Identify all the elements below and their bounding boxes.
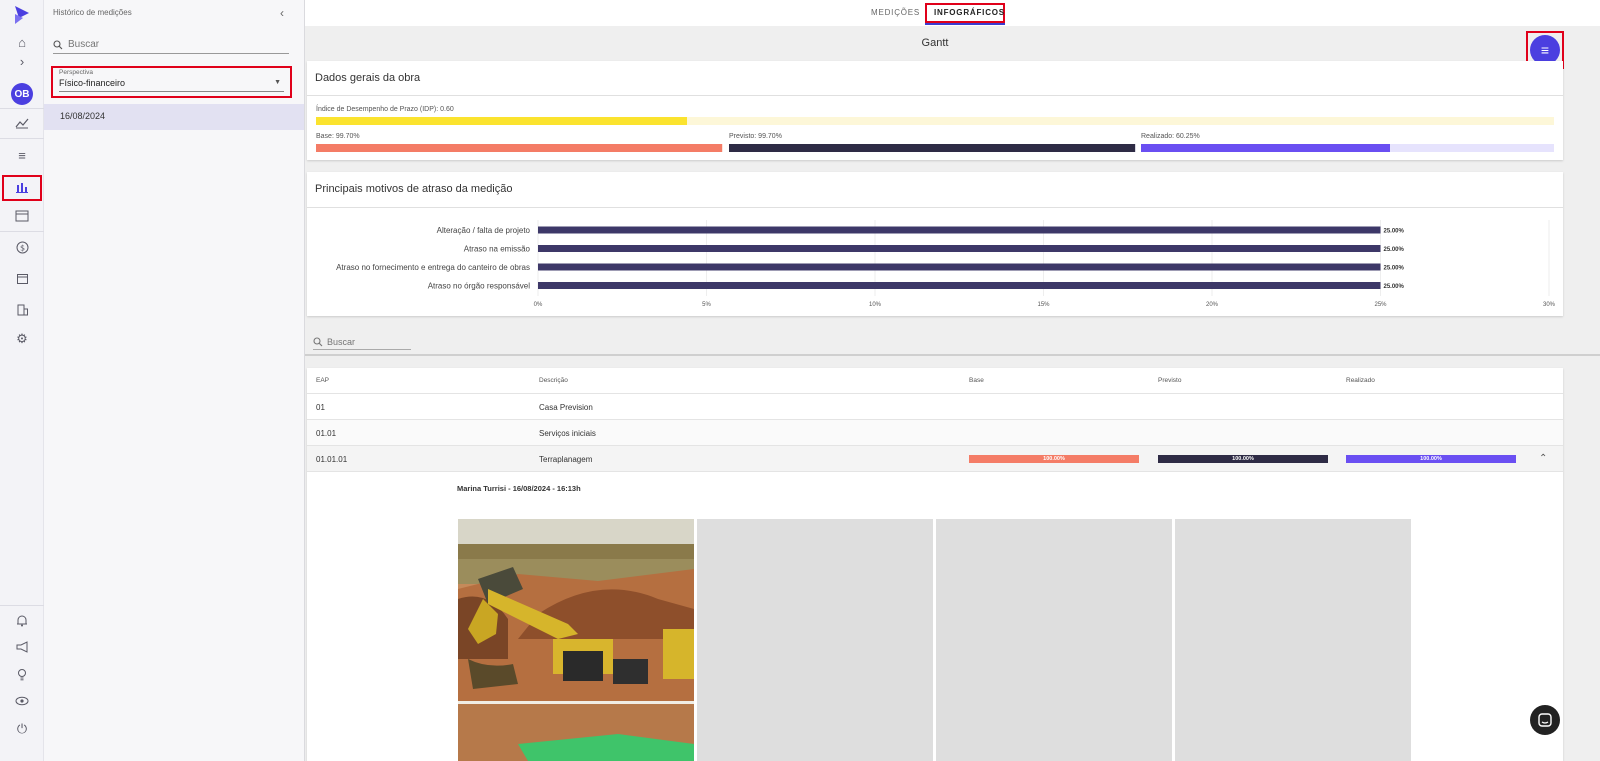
tab-indicator	[925, 23, 1005, 25]
row-description: Casa Prevision	[539, 403, 593, 412]
main-content: MEDIÇÕES INFOGRÁFICOS Gantt ≡ Dados gera…	[305, 0, 1600, 761]
row-description: Serviços iniciais	[539, 429, 596, 438]
panel-search[interactable]	[53, 36, 289, 54]
collapse-icon[interactable]: ‹	[280, 6, 284, 20]
x-tick-label: 10%	[869, 302, 882, 308]
x-tick-label: 5%	[702, 302, 711, 308]
construction-photo[interactable]	[458, 519, 694, 761]
search-input[interactable]	[68, 39, 268, 50]
delay-reasons-card: Principais motivos de atraso da medição …	[307, 172, 1563, 316]
x-tick-label: 20%	[1206, 302, 1219, 308]
page-title: Gantt	[921, 37, 949, 49]
perspective-select[interactable]: Perspectiva Físico-financeiro ▼	[51, 66, 292, 98]
menu-icon: ≡	[1540, 42, 1550, 58]
delay-bar	[538, 245, 1381, 252]
realizado-bar	[1141, 144, 1390, 152]
building-icon[interactable]	[12, 299, 32, 319]
home-icon[interactable]: ⌂	[12, 32, 32, 52]
panel-title: Histórico de medições	[53, 8, 132, 17]
tab-medicoes[interactable]: MEDIÇÕES	[871, 8, 920, 17]
calendar-table-icon[interactable]	[12, 206, 32, 226]
delay-bar	[538, 263, 1381, 271]
dollar-icon[interactable]: $	[12, 237, 32, 257]
realizado-label: Realizado: 60.25%	[1141, 133, 1200, 140]
header-realizado[interactable]: Realizado	[1346, 377, 1375, 384]
gear-icon[interactable]: ⚙	[12, 329, 32, 349]
chevron-up-icon[interactable]: ⌃	[1539, 453, 1547, 464]
search-icon	[313, 336, 323, 346]
table-search[interactable]	[313, 334, 411, 350]
chevron-right-icon[interactable]: ›	[12, 51, 32, 71]
header-previsto[interactable]: Previsto	[1158, 377, 1181, 384]
table-row-expanded[interactable]: 01.01.01 Terraplanagem 100.00% 100.00% 1…	[307, 446, 1563, 472]
data-label: 25.00%	[1384, 247, 1405, 253]
icon-rail: ⌂ › OB ≡ $ ⚙ ⏻	[0, 0, 44, 761]
header-base[interactable]: Base	[969, 377, 984, 384]
row-description: Terraplanagem	[539, 455, 593, 464]
perspective-label: Perspectiva	[59, 69, 93, 76]
chat-launcher-button[interactable]	[1530, 705, 1560, 735]
chat-icon	[1538, 713, 1552, 727]
category-label: Alteração / falta de projeto	[437, 226, 531, 235]
x-tick-label: 0%	[534, 302, 543, 308]
row-eap: 01.01	[316, 429, 337, 438]
data-label: 25.00%	[1384, 284, 1405, 290]
previsto-bar	[729, 144, 1135, 152]
photo-placeholder[interactable]	[1175, 519, 1411, 761]
idp-bar	[316, 117, 688, 125]
category-label: Atraso no fornecimento e entrega do cant…	[336, 263, 530, 272]
calendar-icon[interactable]	[12, 268, 32, 288]
perspective-value: Físico-financeiro	[59, 78, 126, 88]
history-panel: Histórico de medições ‹ Perspectiva Físi…	[44, 0, 305, 761]
measurement-date-item[interactable]: 16/08/2024	[44, 104, 304, 130]
lightbulb-icon[interactable]	[12, 664, 32, 684]
header-eap[interactable]: EAP	[316, 377, 329, 384]
general-data-title: Dados gerais da obra	[307, 61, 1563, 96]
delay-reasons-title: Principais motivos de atraso da medição	[307, 172, 1563, 208]
table-row[interactable]: 01 Casa Prevision	[307, 394, 1563, 420]
tab-bar: MEDIÇÕES INFOGRÁFICOS	[305, 0, 1600, 26]
header-descricao[interactable]: Descrição	[539, 377, 568, 384]
row-eap: 01.01.01	[316, 455, 348, 464]
category-label: Atraso no órgão responsável	[428, 282, 531, 291]
data-label: 25.00%	[1384, 229, 1405, 235]
base-bar	[316, 144, 722, 152]
eye-icon[interactable]	[12, 691, 32, 711]
previsto-label: Previsto: 99.70%	[729, 133, 782, 140]
delay-reasons-chart: 0% 5% 10% 15% 20% 25% 30% Alteração / falta de …	[336, 220, 1556, 308]
realizado-progress-bar: 100.00%	[1346, 455, 1516, 463]
tab-infograficos[interactable]: INFOGRÁFICOS	[934, 8, 1005, 17]
idp-label: Índice de Desempenho de Prazo (IDP): 0.6…	[316, 106, 454, 113]
photo-placeholder[interactable]	[936, 519, 1172, 761]
search-icon	[53, 39, 63, 49]
x-tick-label: 30%	[1543, 302, 1556, 308]
delay-bar	[538, 226, 1381, 234]
photo-placeholder[interactable]	[697, 519, 933, 761]
app-logo[interactable]	[11, 4, 33, 26]
previsto-progress-bar: 100.00%	[1158, 455, 1328, 463]
avatar[interactable]: OB	[11, 83, 33, 105]
base-progress-bar: 100.00%	[969, 455, 1139, 463]
x-tick-label: 15%	[1037, 302, 1050, 308]
data-label: 25.00%	[1384, 266, 1405, 272]
x-tick-label: 25%	[1374, 302, 1387, 308]
line-chart-icon[interactable]	[12, 113, 32, 133]
category-label: Atraso na emissão	[464, 245, 531, 254]
general-data-card: Dados gerais da obra Índice de Desempenh…	[307, 61, 1563, 160]
power-icon[interactable]: ⏻	[12, 719, 32, 739]
eap-table: EAP Descrição Base Previsto Realizado 01…	[307, 368, 1563, 761]
base-label: Base: 99.70%	[316, 133, 360, 140]
table-row[interactable]: 01.01 Serviços iniciais	[307, 420, 1563, 446]
megaphone-icon[interactable]	[12, 637, 32, 657]
delay-bar	[538, 282, 1381, 289]
bell-icon[interactable]	[12, 610, 32, 630]
photo-author-meta: Marina Turrisi - 16/08/2024 - 16:13h	[457, 484, 581, 493]
dropdown-caret-icon: ▼	[274, 79, 281, 86]
bar-chart-icon[interactable]	[12, 177, 32, 197]
table-header: EAP Descrição Base Previsto Realizado	[307, 368, 1563, 394]
table-search-input[interactable]	[327, 336, 407, 347]
svg-text:$: $	[19, 243, 24, 252]
list-icon[interactable]: ≡	[12, 145, 32, 165]
row-eap: 01	[316, 403, 325, 412]
